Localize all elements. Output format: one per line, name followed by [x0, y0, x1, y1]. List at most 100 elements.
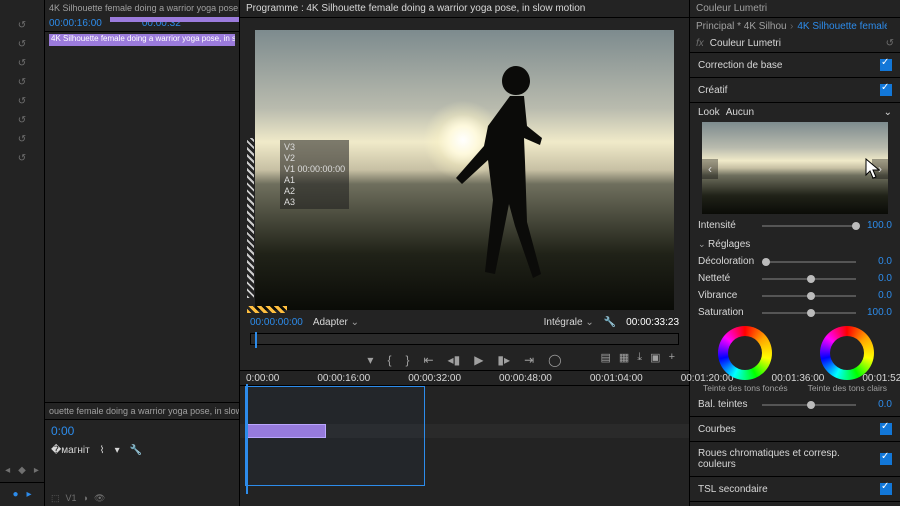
track-toggle[interactable]: ◑	[83, 493, 88, 503]
section-vignette[interactable]: Vignette	[690, 502, 900, 506]
undo-icon-2[interactable]: ↺	[18, 39, 26, 50]
slider-value[interactable]: 0.0	[862, 290, 892, 301]
step-back-button[interactable]: ◂▮	[448, 353, 461, 367]
slider-track[interactable]	[762, 312, 856, 314]
slider-track[interactable]	[762, 295, 856, 297]
goto-out-button[interactable]: ⇥	[524, 353, 534, 367]
export-frame-button[interactable]: ⤓	[637, 351, 642, 364]
program-tc-left[interactable]: 00:00:00:00	[250, 317, 303, 328]
undo-icon-3[interactable]: ↺	[18, 58, 26, 69]
fit-dropdown[interactable]: Adapter ⌄	[313, 317, 359, 328]
slider-intensity[interactable]: Intensité 100.0	[698, 220, 892, 231]
slider-tint[interactable]: Bal. teintes 0.0	[698, 399, 892, 410]
source-inout-range[interactable]	[110, 17, 239, 22]
step-fwd-button[interactable]: ▮▸	[497, 353, 510, 367]
compare-button[interactable]: ▣	[650, 351, 660, 364]
overlay-v3: V3	[284, 142, 345, 152]
look-dropdown[interactable]: Aucun	[726, 107, 878, 118]
lift-button[interactable]: ▤	[600, 351, 610, 364]
section-checkbox[interactable]	[880, 84, 892, 96]
slider-track[interactable]	[762, 261, 856, 263]
slider-sharpen[interactable]: Netteté 0.0	[698, 273, 892, 284]
slider-label: Vibrance	[698, 290, 756, 301]
section-checkbox[interactable]	[880, 423, 892, 435]
slider-saturation[interactable]: Saturation 100.0	[698, 307, 892, 318]
slider-value[interactable]: 0.0	[862, 399, 892, 410]
wrench-icon[interactable]: 🔧	[130, 445, 142, 456]
track-patch[interactable]: ⬚	[51, 493, 60, 504]
track-row-v1[interactable]: ⬚ V1 ◑ 👁	[51, 490, 233, 506]
program-tab[interactable]: Programme : 4K Silhouette female doing a…	[240, 0, 689, 18]
wrench-icon[interactable]: 🔧	[604, 317, 616, 328]
section-checkbox[interactable]	[880, 483, 892, 495]
undo-icon-5[interactable]: ↺	[18, 96, 26, 107]
add-button[interactable]: +	[669, 351, 675, 364]
section-checkbox[interactable]	[880, 453, 892, 465]
play-button[interactable]: ▶	[474, 353, 483, 367]
section-label: TSL secondaire	[698, 484, 880, 495]
track-label: V1	[66, 493, 77, 503]
crumb-secondary[interactable]: 4K Silhouette female doing...	[797, 21, 887, 32]
program-canvas[interactable]: V3 V2 V1 00:00:00:00 A1 A2 A3	[255, 30, 674, 310]
diamond-icon[interactable]: ◆	[18, 465, 26, 476]
program-tab-prefix: Programme :	[246, 3, 304, 14]
slider-track[interactable]	[762, 225, 856, 227]
settings-subheader[interactable]: ⌄ Réglages	[698, 239, 892, 250]
section-curves[interactable]: Courbes	[690, 417, 900, 442]
slider-vibrance[interactable]: Vibrance 0.0	[698, 290, 892, 301]
sequence-tab[interactable]: ouette female doing a warrior yoga pose,…	[45, 402, 239, 419]
chev-r-icon[interactable]: ▸	[27, 489, 32, 500]
program-tc-right: 00:00:33:23	[626, 317, 679, 328]
undo-icon-1[interactable]: ↺	[18, 20, 26, 31]
slider-track[interactable]	[762, 404, 856, 406]
color-wheel-icon[interactable]	[820, 326, 874, 380]
slider-faded[interactable]: Décoloration 0.0	[698, 256, 892, 267]
dot-icon[interactable]: ●	[12, 489, 18, 500]
section-creative-header[interactable]: Créatif	[690, 78, 900, 103]
section-label: Courbes	[698, 424, 880, 435]
goto-in-button[interactable]: ⇤	[423, 353, 433, 367]
mark-in-button[interactable]: {	[387, 353, 391, 367]
section-hsl[interactable]: TSL secondaire	[690, 477, 900, 502]
program-scrubber[interactable]	[250, 333, 679, 345]
sequence-timecode[interactable]: 0:00	[45, 424, 80, 438]
undo-icon-7[interactable]: ↺	[18, 134, 26, 145]
undo-icon-4[interactable]: ↺	[18, 77, 26, 88]
undo-icon-6[interactable]: ↺	[18, 115, 26, 126]
safe-margin-bottom	[247, 306, 287, 313]
section-checkbox[interactable]	[880, 59, 892, 71]
section-colorwheels[interactable]: Roues chromatiques et corresp. couleurs	[690, 442, 900, 477]
look-next-button[interactable]: ›	[872, 159, 888, 179]
seq-time-ruler[interactable]: 0:00:00 00:00:16:00 00:00:32:00 00:00:48…	[240, 371, 689, 385]
look-prev-button[interactable]: ‹	[702, 159, 718, 179]
integral-dropdown[interactable]: Intégrale ⌄	[544, 317, 594, 328]
undo-icon-8[interactable]: ↺	[18, 153, 26, 164]
add-marker-button[interactable]: ▾	[367, 353, 373, 367]
seq-workarea[interactable]	[245, 386, 425, 486]
lumetri-fx-row[interactable]: fx Couleur Lumetri ↺	[690, 35, 900, 53]
snap-icon[interactable]: �магніт	[51, 445, 90, 456]
lumetri-panel-title[interactable]: Couleur Lumetri	[690, 0, 900, 18]
slider-value[interactable]: 100.0	[862, 307, 892, 318]
slider-track[interactable]	[762, 278, 856, 280]
section-basic[interactable]: Correction de base	[690, 53, 900, 78]
source-clip[interactable]: 4K Silhouette female doing a warrior yog…	[49, 34, 235, 46]
prev-icon[interactable]: ◂	[5, 465, 10, 476]
link-icon[interactable]: ⌇	[100, 445, 105, 456]
slider-value[interactable]: 100.0	[862, 220, 892, 231]
slider-value[interactable]: 0.0	[862, 256, 892, 267]
mark-out-button[interactable]: }	[405, 353, 409, 367]
source-ruler[interactable]: 00:00:16:00 00:00:32	[45, 16, 239, 32]
slider-value[interactable]: 0.0	[862, 273, 892, 284]
next-icon[interactable]: ▸	[34, 465, 39, 476]
program-tab-name: 4K Silhouette female doing a warrior yog…	[306, 3, 585, 14]
loop-button[interactable]: ◯	[548, 353, 561, 367]
source-ruler-tc-a: 00:00:16:00	[49, 18, 102, 29]
source-tab[interactable]: 4K Silhouette female doing a warrior yog…	[45, 0, 239, 16]
chevron-down-icon[interactable]: ⌄	[884, 107, 892, 118]
extract-button[interactable]: ▦	[619, 351, 629, 364]
track-eye-icon[interactable]: 👁	[94, 493, 105, 504]
fx-reset-icon[interactable]: ↺	[886, 38, 894, 49]
color-wheel-icon[interactable]	[718, 326, 772, 380]
marker-icon[interactable]: ▾	[115, 445, 120, 456]
